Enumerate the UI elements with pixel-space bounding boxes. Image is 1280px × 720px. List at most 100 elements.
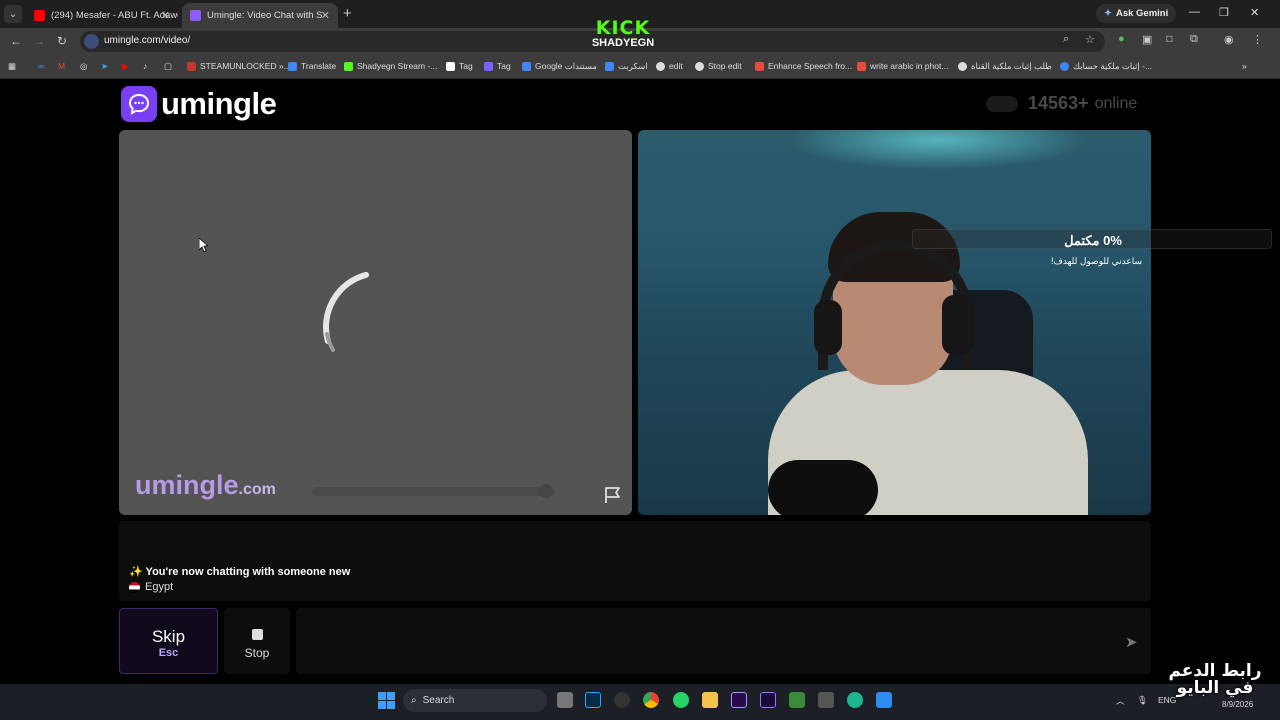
chrome-icon[interactable]: ◎ xyxy=(80,61,87,72)
docs-icon xyxy=(605,62,614,71)
umingle-tab-icon xyxy=(190,10,201,21)
headphone-cup xyxy=(942,295,974,355)
search-icon: ⌕ xyxy=(411,695,417,706)
tab-umingle[interactable]: Umingle: Video Chat with S ✕ xyxy=(182,3,338,28)
gemini-label: Ask Gemini xyxy=(1115,8,1169,19)
google-icon xyxy=(1060,62,1069,71)
app-icon[interactable] xyxy=(876,692,892,708)
bookmark-label: Tag xyxy=(459,61,473,71)
microphone xyxy=(768,460,878,515)
site-info-icon[interactable] xyxy=(84,34,99,49)
minimize-icon[interactable]: — xyxy=(1189,6,1200,18)
profile-avatar[interactable]: ◉ xyxy=(1224,33,1234,46)
telegram-icon[interactable]: ➤ xyxy=(101,61,108,72)
online-count: 14563+ xyxy=(1028,93,1089,113)
ask-gemini-button[interactable]: ✦ Ask Gemini xyxy=(1096,4,1177,23)
back-icon[interactable]: ← xyxy=(10,34,22,48)
whatsapp-icon[interactable] xyxy=(673,692,689,708)
streamer-logo-overlay: KICK SHADYEGN xyxy=(586,19,660,55)
country-label: Egypt xyxy=(145,581,174,593)
windows-taskbar: ⌕ Search ︿ 🎙 ENG xyxy=(0,684,1280,720)
bookmark-write-arabic[interactable]: write arabic in phot... xyxy=(857,61,948,71)
menu-kebab-icon[interactable]: ⋮ xyxy=(1252,33,1263,46)
tab-search-button[interactable]: ⌄ xyxy=(4,5,22,23)
close-tab-icon[interactable]: ✕ xyxy=(321,9,330,22)
extension-icon[interactable]: ● xyxy=(1118,33,1125,45)
bookmark-tag[interactable]: Tag xyxy=(446,61,473,71)
bookmark-edit[interactable]: edit xyxy=(656,61,683,71)
kick-icon xyxy=(344,61,353,71)
bookmark-script[interactable]: اسكربت xyxy=(605,61,648,72)
bookmark-icon[interactable]: ▢ xyxy=(164,61,172,72)
tray-overflow-icon[interactable]: ︿ xyxy=(1116,695,1125,707)
volume-slider-handle[interactable] xyxy=(539,484,553,498)
more-bookmarks-icon[interactable]: » xyxy=(1242,61,1247,71)
apps-grid-icon[interactable]: ▦ xyxy=(8,61,16,72)
app-icon[interactable] xyxy=(789,692,805,708)
microphone-icon[interactable]: 🎙 xyxy=(1137,695,1148,706)
tab-label: Umingle: Video Chat with S xyxy=(207,10,323,21)
restore-icon[interactable]: ❐ xyxy=(1219,6,1229,19)
bookmark-label: إثبات ملكية حسابك -... xyxy=(1073,61,1153,71)
bookmark-channel-verification[interactable]: طلب إثبات ملكية القناة xyxy=(958,61,1052,72)
bookmark-star-icon[interactable]: ☆ xyxy=(1085,33,1095,46)
send-icon[interactable]: ➤ xyxy=(1125,633,1138,651)
youtube-icon[interactable]: ▶ xyxy=(122,61,129,72)
bookmark-shadyegn-stream[interactable]: Shadyegn Stream -... xyxy=(344,61,437,71)
goal-progress-text: 0% مكتمل xyxy=(1064,233,1122,248)
bookmark-label: Enhance Speech fro... xyxy=(768,61,853,71)
file-explorer-icon[interactable] xyxy=(702,692,718,708)
site-icon xyxy=(958,62,967,71)
chrome-taskbar-icon[interactable] xyxy=(643,692,659,708)
bookmark-tag[interactable]: Tag xyxy=(484,61,511,71)
video-watermark: umingle.com xyxy=(135,470,276,501)
close-window-icon[interactable]: ✕ xyxy=(1250,6,1259,19)
steam-icon xyxy=(187,61,196,71)
taskbar-date[interactable]: 8/9/2026 xyxy=(1222,700,1253,709)
url-text: umingle.com/video/ xyxy=(104,35,191,46)
bookmark-translate[interactable]: Translate xyxy=(288,61,336,71)
app-icon[interactable] xyxy=(847,692,863,708)
bookmark-stop-edit[interactable]: Stop edit xyxy=(695,61,742,71)
gmail-icon[interactable]: M xyxy=(58,61,65,71)
photoshop-icon[interactable] xyxy=(585,692,601,708)
bookmark-enhance-speech[interactable]: Enhance Speech fro... xyxy=(755,61,852,71)
volume-slider-track[interactable] xyxy=(312,487,555,496)
tiktok-icon[interactable]: ♪ xyxy=(143,61,147,71)
task-view-icon[interactable] xyxy=(557,692,573,708)
bookmark-label: Translate xyxy=(301,61,337,71)
zoom-icon[interactable]: ⌕ xyxy=(1063,33,1069,46)
system-message: ✨ You're now chatting with someone new xyxy=(129,566,351,578)
bookmark-google-docs[interactable]: Google مستندات xyxy=(522,61,597,72)
meta-icon[interactable]: ∞ xyxy=(38,61,44,71)
search-label: Search xyxy=(422,695,455,706)
extension-icon[interactable]: ▣ xyxy=(1142,33,1152,46)
skip-button[interactable]: Skip Esc xyxy=(119,608,218,674)
site-logo[interactable]: umingle xyxy=(121,86,277,122)
forward-icon[interactable]: → xyxy=(33,34,45,48)
report-flag-icon[interactable] xyxy=(603,486,623,504)
extensions-puzzle-icon[interactable]: ⧉ xyxy=(1190,33,1198,46)
bookmark-steamunlocked[interactable]: STEAMUNLOCKED »... xyxy=(187,61,291,71)
skip-shortcut: Esc xyxy=(158,647,179,659)
premiere-icon[interactable] xyxy=(731,692,747,708)
new-tab-button[interactable]: + xyxy=(343,5,352,22)
loading-spinner xyxy=(323,271,370,352)
self-video-panel xyxy=(638,130,1151,515)
bookmark-account-verification[interactable]: إثبات ملكية حسابك -... xyxy=(1060,61,1152,72)
app-icon[interactable] xyxy=(818,692,834,708)
bookmarks-bar: ▦ ∞ M ◎ ➤ ▶ ♪ ▢ STEAMUNLOCKED »... Trans… xyxy=(0,55,1280,79)
media-encoder-icon[interactable] xyxy=(760,692,776,708)
theme-toggle[interactable] xyxy=(986,95,1018,112)
windows-start-icon[interactable] xyxy=(378,692,395,709)
taskbar-search[interactable]: ⌕ Search xyxy=(403,689,547,712)
app-icon[interactable] xyxy=(614,692,630,708)
extension-icon[interactable]: ◘ xyxy=(1166,33,1173,45)
gemini-icon: ✦ xyxy=(1104,8,1112,19)
stop-button[interactable]: Stop xyxy=(224,608,290,674)
tag-icon xyxy=(484,61,493,71)
close-tab-icon[interactable]: ✕ xyxy=(161,9,170,22)
reload-icon[interactable]: ↻ xyxy=(57,34,67,48)
message-input[interactable] xyxy=(296,608,1151,674)
tab-youtube[interactable]: (294) Mesafer - ABU Ft. Adawe ✕ xyxy=(26,3,178,28)
